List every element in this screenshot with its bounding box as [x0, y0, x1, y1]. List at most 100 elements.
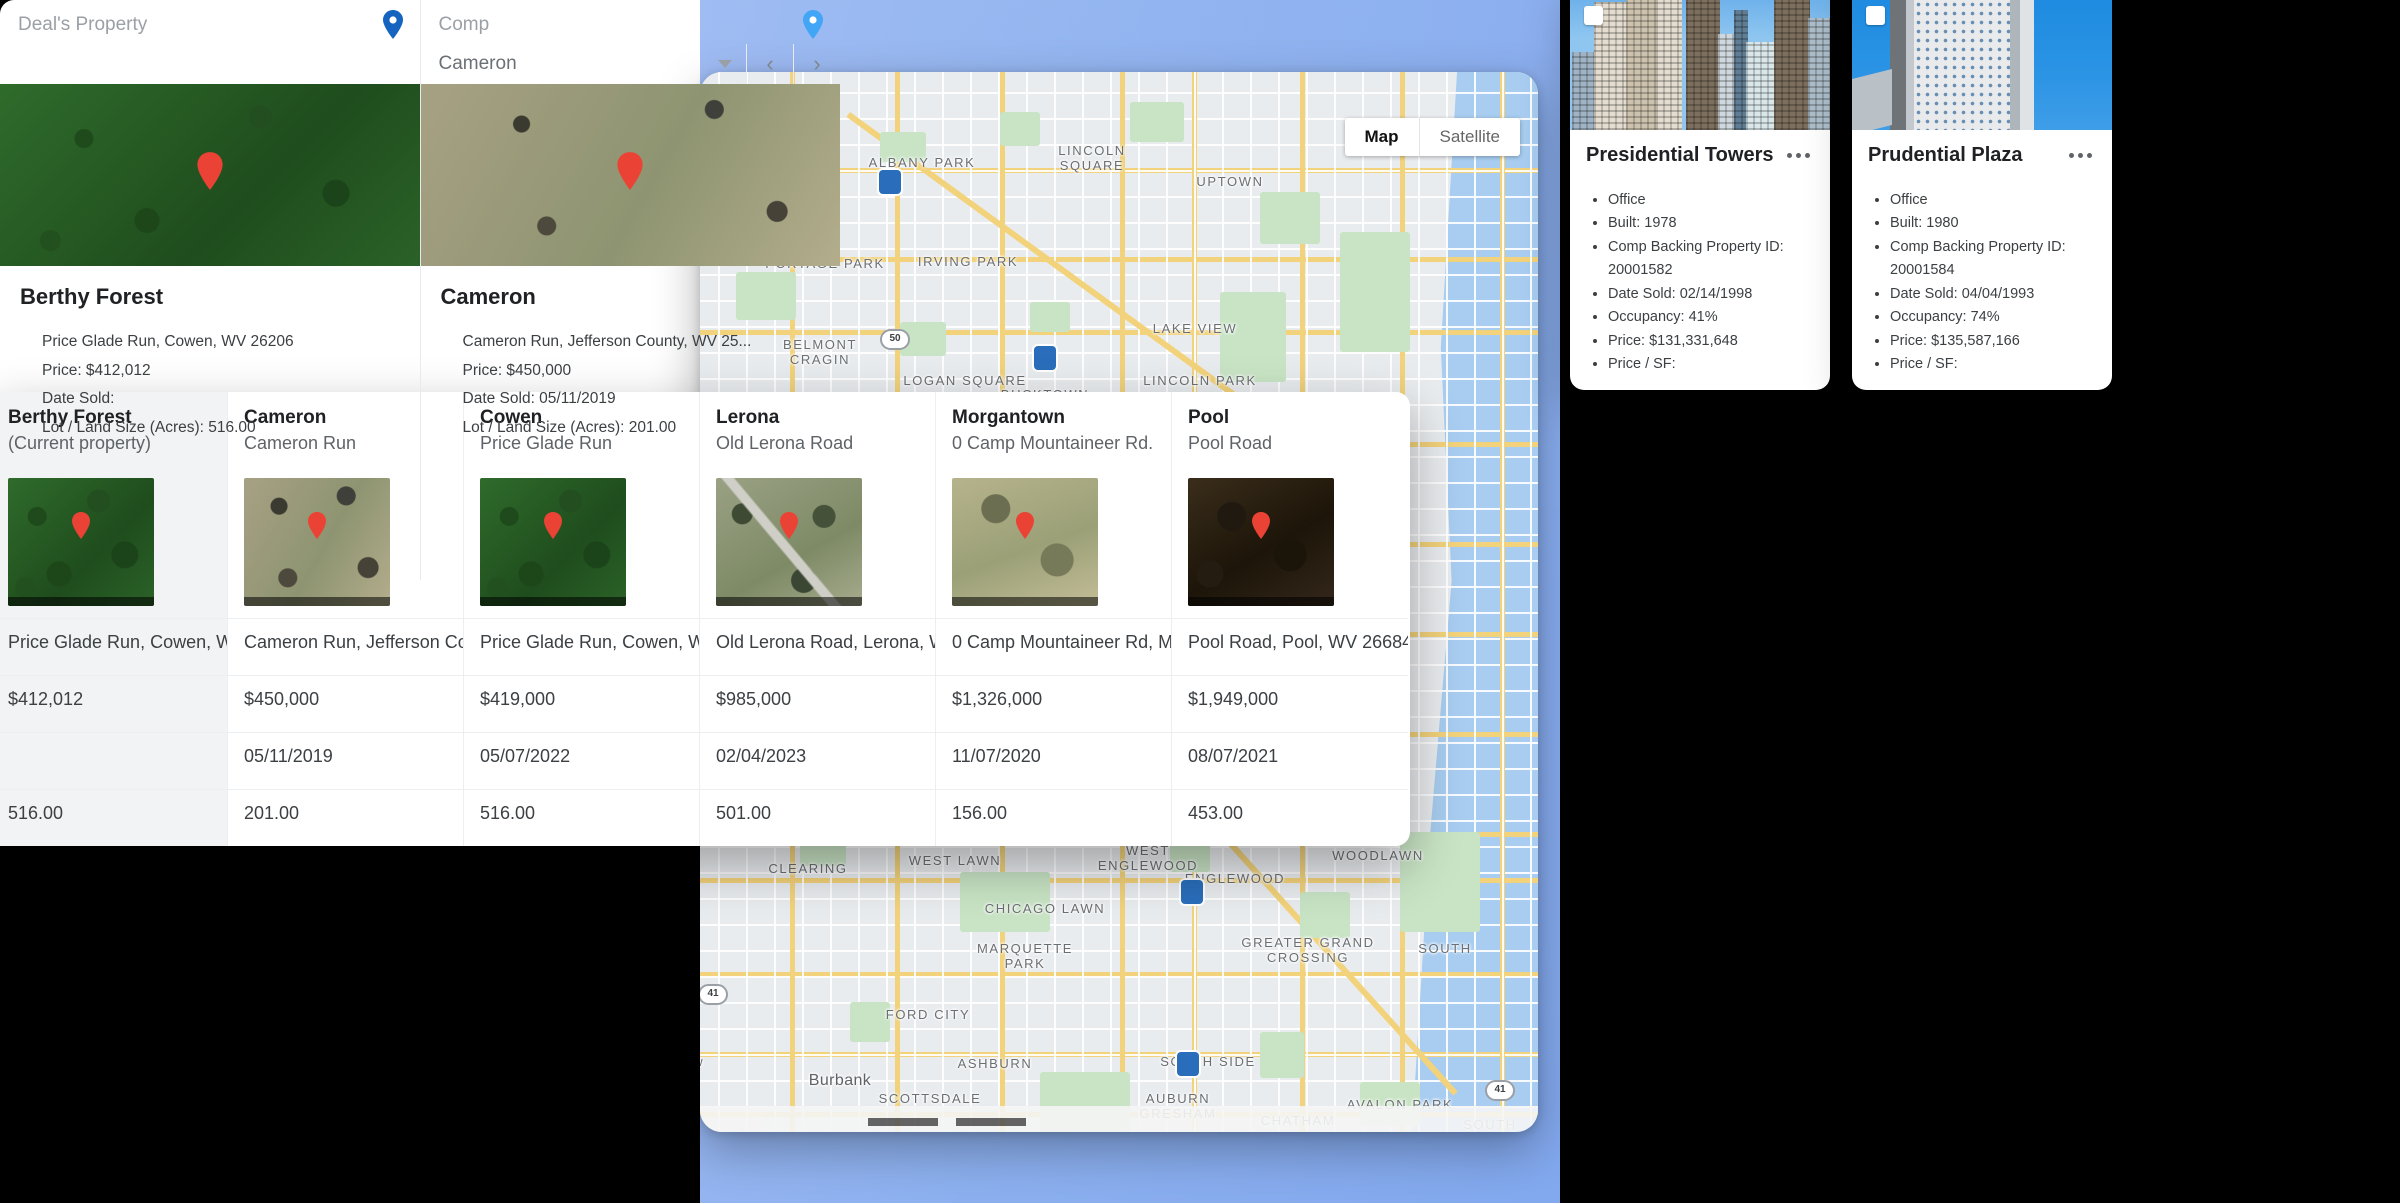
comp-select-value: Cameron	[438, 53, 517, 74]
comparison-detail-item: Lot / Land Size (Acres): 516.00	[42, 414, 400, 443]
comparison-column-header: Comp Cameron ‹ ›	[421, 0, 841, 84]
comp-selector-row[interactable]: Cameron ‹ ›	[421, 44, 841, 84]
card-detail-list: OfficeBuilt: 1978Comp Backing Property I…	[1586, 189, 1814, 377]
map-pin-icon[interactable]	[802, 10, 824, 39]
comps-cell-price: $985,000	[700, 675, 935, 732]
comps-cell-price: $419,000	[464, 675, 699, 732]
property-card-prudential-plaza[interactable]: Prudential Plaza OfficeBuilt: 1980Comp B…	[1852, 0, 2112, 390]
comps-cell-lot-acres: 156.00	[936, 789, 1171, 846]
comps-column-header: Pool Pool Road	[1172, 392, 1408, 468]
map-park	[1260, 1032, 1304, 1078]
map-park	[1000, 112, 1040, 146]
more-horizontal-icon[interactable]	[2065, 149, 2096, 162]
comps-cell-lot-acres: 201.00	[228, 789, 463, 846]
map-place-label: ASHBURN	[957, 1056, 1033, 1071]
satellite-thumbnail[interactable]	[1188, 478, 1334, 606]
card-detail-list: OfficeBuilt: 1980Comp Backing Property I…	[1868, 189, 2096, 377]
comps-cell-date-sold: 11/07/2020	[936, 732, 1171, 789]
map-scale-bar-2	[956, 1118, 1026, 1126]
map-place-label: FORD CITY	[885, 1007, 971, 1022]
card-detail-item: Built: 1978	[1608, 212, 1814, 235]
map-place-label: LINCOLN PARK	[1143, 373, 1257, 388]
map-footer-bar	[700, 1106, 1538, 1132]
map-place-label: SOUTH	[1418, 941, 1472, 956]
office-towers-photo	[1570, 0, 1830, 130]
comps-table-column[interactable]: Morgantown 0 Camp Mountaineer Rd. 0 Camp M…	[936, 392, 1172, 846]
map-type-satellite-button[interactable]: Satellite	[1418, 118, 1520, 156]
map-place-label: view	[700, 1054, 704, 1070]
map-park	[1400, 832, 1480, 932]
comparison-column: Deal's Property Berthy Forest Price Glade …	[0, 0, 421, 580]
comps-property-name: Pool	[1188, 407, 1230, 428]
card-body: Presidential Towers OfficeBuilt: 1978Com…	[1570, 130, 1830, 385]
comparison-property-title: Berthy Forest	[20, 284, 164, 309]
map-route-shield	[1034, 346, 1056, 370]
comparison-detail-list: Cameron Run, Jefferson County, WV 25...P…	[441, 328, 821, 443]
map-route-shield	[1181, 880, 1203, 904]
comps-column-header: Morgantown 0 Camp Mountaineer Rd.	[936, 392, 1171, 468]
more-horizontal-icon[interactable]	[1783, 149, 1814, 162]
comps-property-street: Pool Road	[1188, 432, 1273, 453]
map-pin-icon[interactable]	[382, 10, 404, 39]
comps-cell-address: 0 Camp Mountaineer Rd, Morgantown	[936, 618, 1171, 675]
map-route-shield	[879, 170, 901, 194]
comparison-column-label: Comp	[438, 14, 490, 35]
map-route-shield: 41	[700, 984, 728, 1005]
map-street	[700, 950, 1538, 952]
comps-thumbnail-wrap[interactable]	[936, 468, 1171, 618]
next-comp-button[interactable]: ›	[793, 44, 840, 84]
card-header: Presidential Towers	[1586, 144, 1814, 167]
card-detail-item: Occupancy: 41%	[1608, 306, 1814, 329]
card-detail-item: Office	[1890, 189, 2096, 212]
map-place-label: LINCOLN SQUARE	[1058, 143, 1126, 173]
card-title: Prudential Plaza	[1868, 144, 2023, 166]
satellite-thumbnail[interactable]	[952, 478, 1098, 606]
comps-cell-date-sold: 05/07/2022	[464, 732, 699, 789]
map-street	[700, 976, 1538, 978]
comps-cell-date-sold	[0, 732, 227, 789]
comps-cell-lot-acres: 516.00	[464, 789, 699, 846]
map-type-toggle[interactable]: Map Satellite	[1344, 118, 1520, 156]
map-place-label: Burbank	[808, 1072, 872, 1089]
comps-cell-address: Cameron Run, Jefferson County, WV 25...	[228, 618, 463, 675]
map-marker-icon	[1251, 512, 1271, 540]
property-comparison-panel[interactable]: Deal's Property Berthy Forest Price Glade …	[0, 0, 840, 580]
card-detail-item: Price: $131,331,648	[1608, 330, 1814, 353]
map-street	[1446, 72, 1448, 1132]
comps-cell-price: $412,012	[0, 675, 227, 732]
map-type-map-button[interactable]: Map	[1345, 118, 1419, 156]
glass-tower-photo	[1852, 0, 2112, 130]
satellite-preview[interactable]	[420, 84, 840, 266]
map-place-label: MARQUETTE PARK	[976, 941, 1074, 971]
comparison-detail-list: Price Glade Run, Cowen, WV 26206Price: $…	[20, 328, 400, 443]
map-street	[700, 1002, 1538, 1004]
map-route-shield	[1177, 1052, 1199, 1076]
card-detail-item: Occupancy: 74%	[1890, 306, 2096, 329]
comps-cell-address: Price Glade Run, Cowen, WV 26206	[464, 618, 699, 675]
map-street	[1530, 72, 1532, 1132]
comps-thumbnail-wrap[interactable]	[1172, 468, 1408, 618]
comps-property-street: 0 Camp Mountaineer Rd.	[952, 432, 1154, 453]
map-place-label: ALBANY PARK	[868, 155, 976, 170]
map-place-label: WEST ENGLEWOOD	[1097, 843, 1199, 873]
map-park	[1340, 232, 1410, 352]
map-park	[1260, 192, 1320, 244]
property-card-presidential-towers[interactable]: Presidential Towers OfficeBuilt: 1978Com…	[1570, 0, 1830, 390]
satellite-preview[interactable]	[0, 84, 420, 266]
card-detail-item: Office	[1608, 189, 1814, 212]
chevron-down-icon[interactable]	[718, 60, 732, 68]
comps-cell-date-sold: 02/04/2023	[700, 732, 935, 789]
map-marker-icon	[196, 151, 224, 190]
comparison-detail-item: Price: $450,000	[463, 357, 821, 386]
card-detail-item: Price / SF:	[1608, 353, 1814, 376]
comp-select-dropdown[interactable]: Cameron	[421, 53, 747, 75]
map-park	[1220, 292, 1286, 382]
comps-property-name: Morgantown	[952, 407, 1065, 428]
card-select-checkbox[interactable]	[1866, 6, 1885, 25]
comps-table-column[interactable]: Pool Pool Road Pool Road, Pool, WV 26684 $1…	[1172, 392, 1408, 846]
imagery-attribution	[480, 597, 626, 606]
comps-cell-address: Price Glade Run, Cowen, WV 26206	[0, 618, 227, 675]
card-select-checkbox[interactable]	[1584, 6, 1603, 25]
prev-comp-button[interactable]: ‹	[746, 44, 793, 84]
map-place-label: CHICAGO LAWN	[984, 901, 1106, 916]
